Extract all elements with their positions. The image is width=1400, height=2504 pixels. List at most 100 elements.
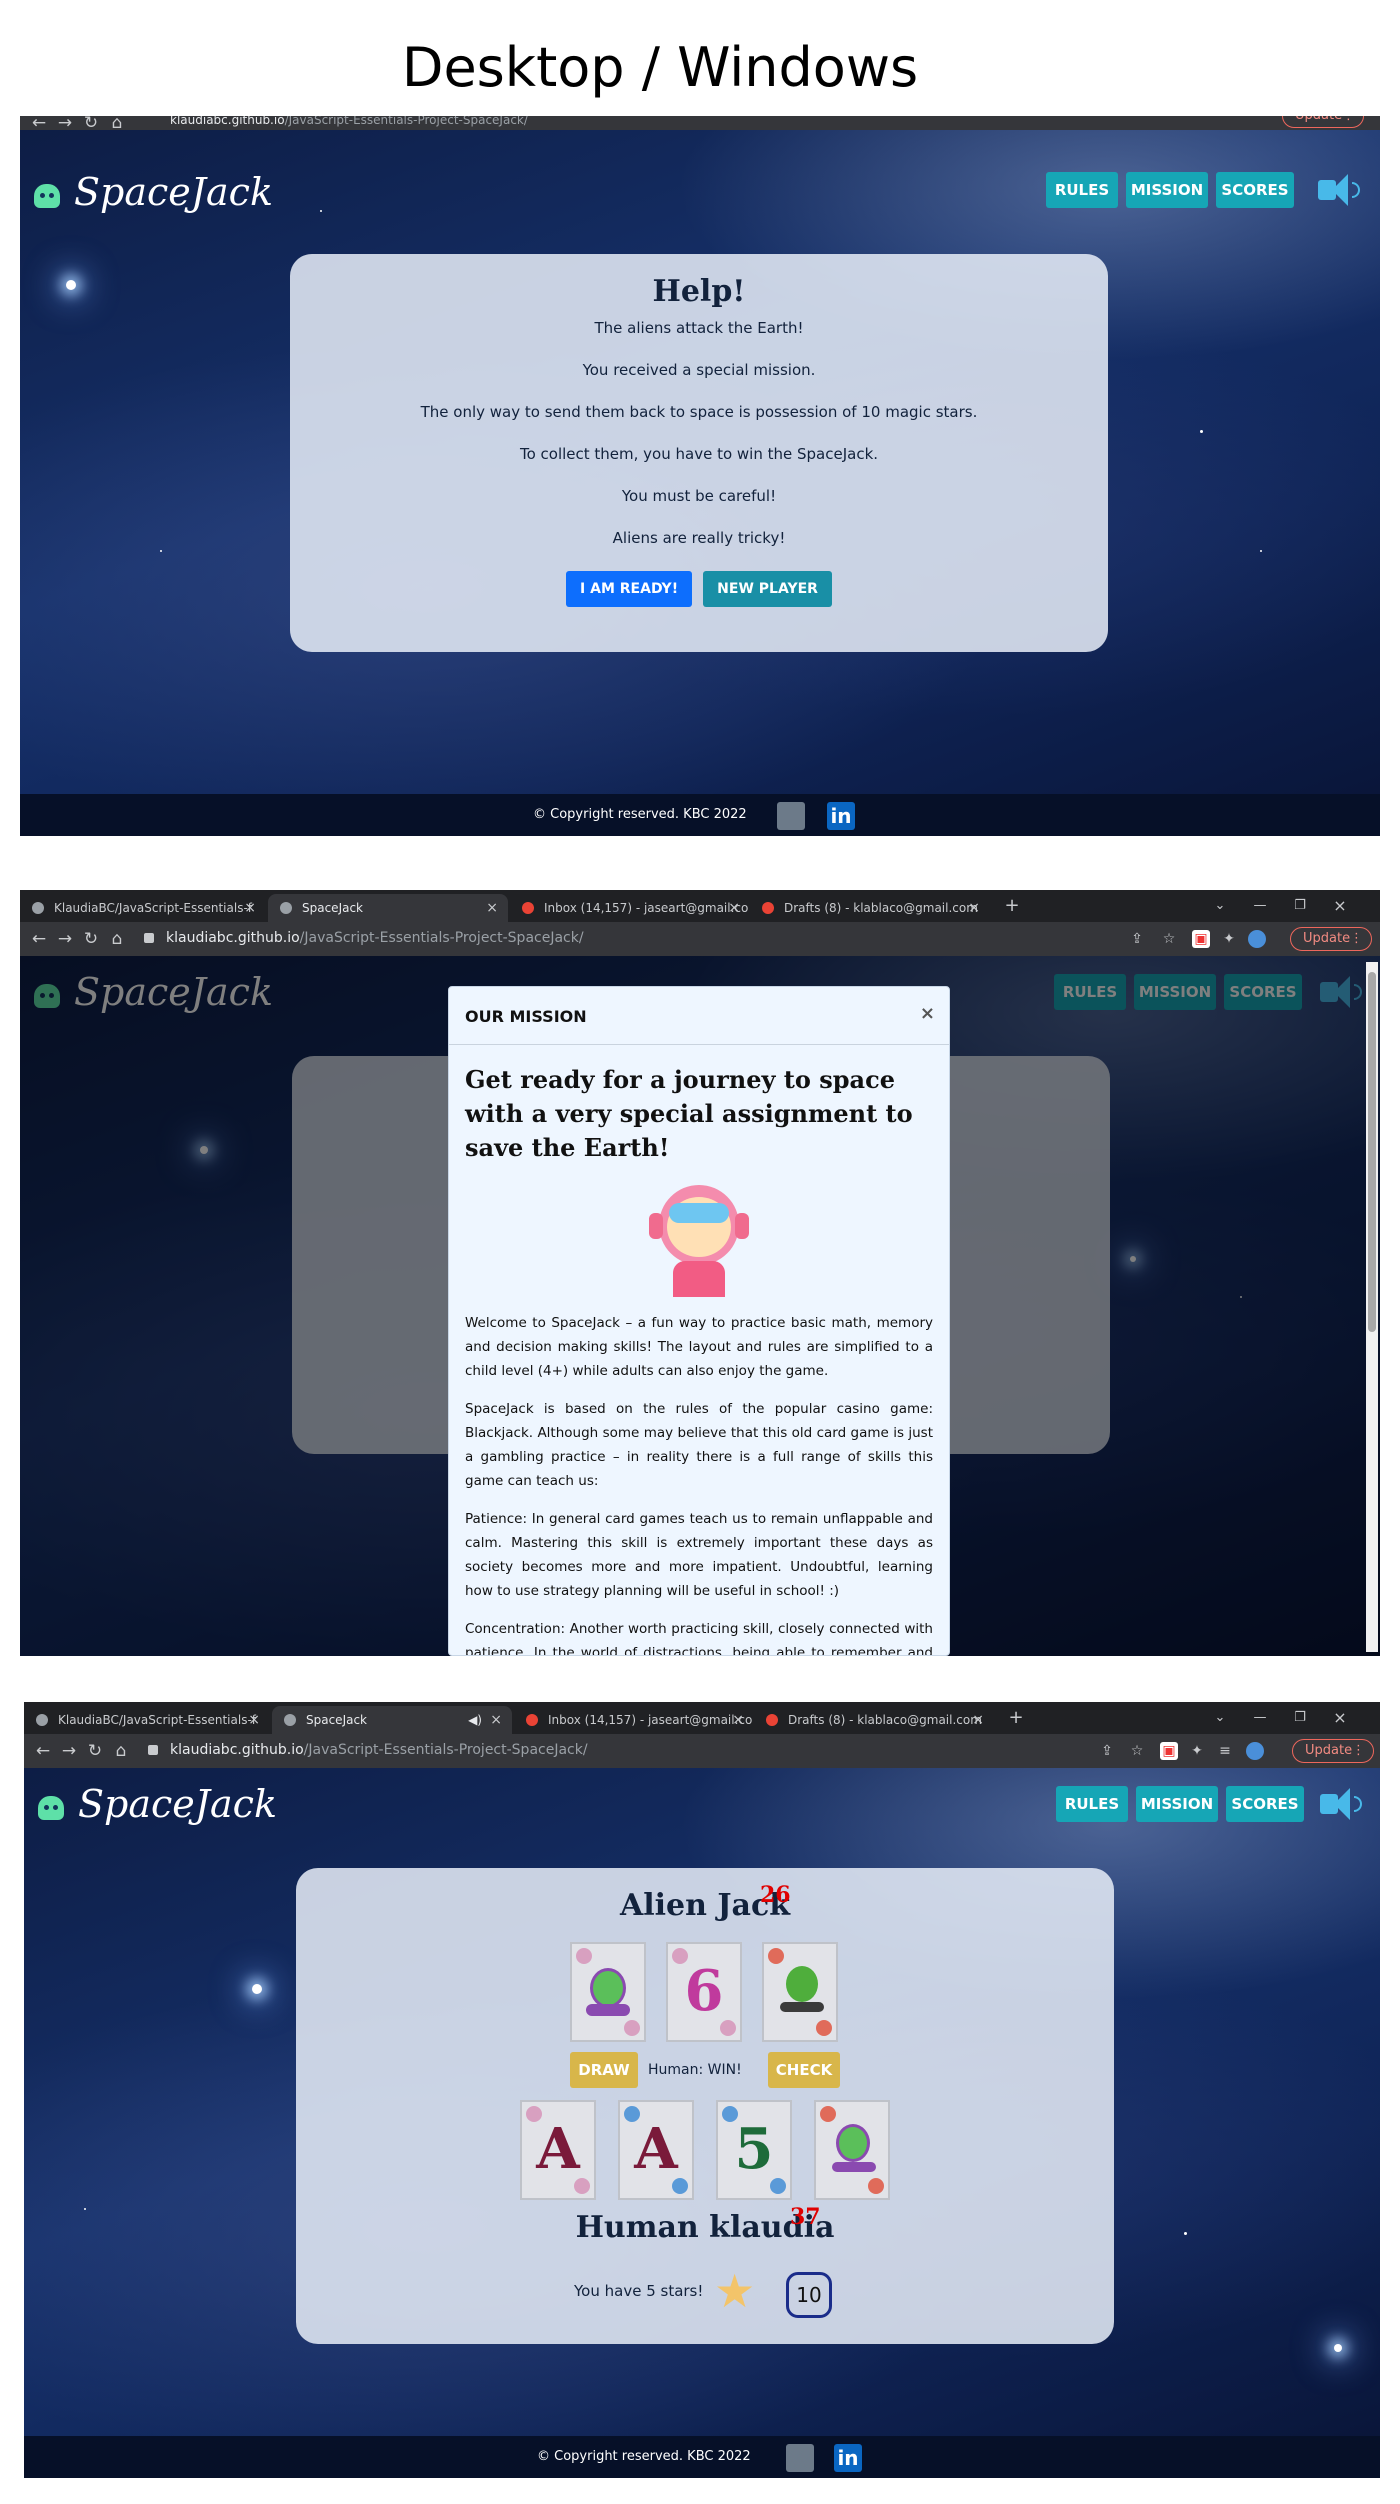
update-button[interactable]: Update⋮ xyxy=(1292,1739,1374,1763)
site-logo[interactable]: SpaceJack xyxy=(38,1782,277,1826)
window-close-icon[interactable]: × xyxy=(1320,1702,1360,1734)
help-line: You received a special mission. xyxy=(582,361,816,379)
human-name: Human klaudia xyxy=(575,2210,835,2245)
tab-label: Drafts (8) - klablaco@gmail.com xyxy=(784,901,978,915)
home-icon[interactable]: ⌂ xyxy=(110,1740,132,1762)
new-tab-button[interactable]: + xyxy=(992,890,1032,922)
human-score: 37 xyxy=(790,2204,821,2230)
restore-icon[interactable]: ❐ xyxy=(1280,1702,1320,1734)
url-text[interactable]: klaudiabc.github.io/JavaScript-Essential… xyxy=(148,1742,588,1758)
bookmark-star-icon[interactable]: ☆ xyxy=(1160,930,1178,948)
share-icon[interactable]: ⇪ xyxy=(1098,1742,1116,1760)
bright-star xyxy=(252,1984,262,1994)
minimize-icon[interactable]: — xyxy=(1240,1702,1280,1734)
linkedin-icon[interactable]: in xyxy=(834,2444,862,2472)
forward-icon[interactable]: → xyxy=(58,1740,80,1762)
alien-character-icon xyxy=(786,1966,818,2002)
tab-github[interactable]: KlaudiaBC/JavaScript-Essentials-f × xyxy=(24,1706,270,1734)
mission-button[interactable]: MISSION xyxy=(1126,172,1208,208)
scores-button[interactable]: SCORES xyxy=(1226,1786,1304,1822)
check-button[interactable]: CHECK xyxy=(768,2052,840,2088)
update-button[interactable]: Update⋮ xyxy=(1282,116,1364,128)
tab-close-icon[interactable]: × xyxy=(244,894,256,922)
tab-close-icon[interactable]: × xyxy=(968,894,980,922)
help-line: The only way to send them back to space … xyxy=(420,403,978,421)
profile-icon[interactable] xyxy=(1248,930,1266,948)
back-icon[interactable]: ← xyxy=(28,116,50,130)
draw-button[interactable]: DRAW xyxy=(570,2052,638,2088)
globe-icon xyxy=(280,902,292,914)
human-card xyxy=(814,2100,890,2200)
reload-icon[interactable]: ↻ xyxy=(80,116,102,130)
window-close-icon[interactable]: × xyxy=(1320,890,1360,922)
update-button[interactable]: Update⋮ xyxy=(1290,927,1372,951)
home-icon[interactable]: ⌂ xyxy=(106,116,128,130)
audio-playing-icon[interactable]: ◀) xyxy=(468,1706,482,1734)
tab-inbox[interactable]: Inbox (14,157) - jaseart@gmail.co × xyxy=(510,894,750,922)
url-text[interactable]: klaudiabc.github.io/JavaScript-Essential… xyxy=(170,116,528,127)
logo-text: SpaceJack xyxy=(74,170,273,214)
space-background: SpaceJack RULES MISSION SCORES Help! The… xyxy=(20,130,1380,836)
tab-search-icon[interactable]: ⌄ xyxy=(1200,1702,1240,1734)
share-icon[interactable]: ⇪ xyxy=(1128,930,1146,948)
mission-paragraph: Patience: In general card games teach us… xyxy=(465,1511,933,1599)
new-player-button[interactable]: NEW PLAYER xyxy=(703,571,832,607)
scrollbar-track[interactable] xyxy=(1366,962,1378,1652)
tab-drafts[interactable]: Drafts (8) - klablaco@gmail.com × xyxy=(754,1706,994,1734)
minimize-icon[interactable]: — xyxy=(1240,890,1280,922)
star xyxy=(1184,2232,1187,2235)
tab-close-icon[interactable]: × xyxy=(728,894,740,922)
help-line: Aliens are really tricky! xyxy=(612,529,786,547)
bookmark-star-icon[interactable]: ☆ xyxy=(1128,1742,1146,1760)
home-icon[interactable]: ⌂ xyxy=(106,928,128,950)
tab-spacejack[interactable]: SpaceJack ◀) × xyxy=(272,1706,512,1734)
new-tab-button[interactable]: + xyxy=(996,1702,1036,1734)
back-icon[interactable]: ← xyxy=(32,1740,54,1762)
tab-label: KlaudiaBC/JavaScript-Essentials-f xyxy=(54,901,252,915)
planet-icon xyxy=(820,2106,836,2122)
github-icon[interactable] xyxy=(777,802,805,830)
sound-toggle-icon[interactable] xyxy=(1318,172,1366,208)
rules-button[interactable]: RULES xyxy=(1056,1786,1128,1822)
site-logo[interactable]: SpaceJack xyxy=(34,170,273,214)
modal-close-button[interactable]: × xyxy=(920,1003,935,1024)
tab-close-icon[interactable]: × xyxy=(732,1706,744,1734)
github-icon[interactable] xyxy=(786,2444,814,2472)
planet-icon xyxy=(816,2020,832,2036)
github-favicon-icon xyxy=(32,902,44,914)
reading-list-icon[interactable]: ≡ xyxy=(1216,1742,1234,1760)
gmail-icon xyxy=(522,902,534,914)
restore-icon[interactable]: ❐ xyxy=(1280,890,1320,922)
reload-icon[interactable]: ↻ xyxy=(80,928,102,950)
tab-close-icon[interactable]: × xyxy=(248,1706,260,1734)
tab-github[interactable]: KlaudiaBC/JavaScript-Essentials-f × xyxy=(20,894,266,922)
puzzle-icon[interactable]: ✦ xyxy=(1220,930,1238,948)
lock-icon xyxy=(148,1745,158,1755)
help-title: Help! xyxy=(652,274,746,309)
logo-text: SpaceJack xyxy=(78,1782,277,1826)
tab-close-icon[interactable]: × xyxy=(486,894,498,922)
tab-spacejack[interactable]: SpaceJack × xyxy=(268,894,508,922)
tab-search-icon[interactable]: ⌄ xyxy=(1200,890,1240,922)
rules-button[interactable]: RULES xyxy=(1046,172,1118,208)
tab-close-icon[interactable]: × xyxy=(490,1706,502,1734)
scrollbar-thumb[interactable] xyxy=(1368,972,1376,1332)
extension-icon[interactable]: ▣ xyxy=(1160,1742,1178,1760)
sound-toggle-icon[interactable] xyxy=(1320,1786,1368,1822)
back-icon[interactable]: ← xyxy=(28,928,50,950)
scores-button[interactable]: SCORES xyxy=(1216,172,1294,208)
tab-drafts[interactable]: Drafts (8) - klablaco@gmail.com × xyxy=(750,894,990,922)
alien-character-icon xyxy=(590,1968,626,2008)
forward-icon[interactable]: → xyxy=(54,116,76,130)
profile-icon[interactable] xyxy=(1246,1742,1264,1760)
mission-button[interactable]: MISSION xyxy=(1136,1786,1218,1822)
forward-icon[interactable]: → xyxy=(54,928,76,950)
tab-close-icon[interactable]: × xyxy=(972,1706,984,1734)
tab-inbox[interactable]: Inbox (14,157) - jaseart@gmail.co × xyxy=(514,1706,754,1734)
extension-icon[interactable]: ▣ xyxy=(1192,930,1210,948)
url-text[interactable]: klaudiabc.github.io/JavaScript-Essential… xyxy=(144,930,584,946)
puzzle-icon[interactable]: ✦ xyxy=(1188,1742,1206,1760)
ready-button[interactable]: I AM READY! xyxy=(566,571,693,607)
reload-icon[interactable]: ↻ xyxy=(84,1740,106,1762)
linkedin-icon[interactable]: in xyxy=(827,802,855,830)
